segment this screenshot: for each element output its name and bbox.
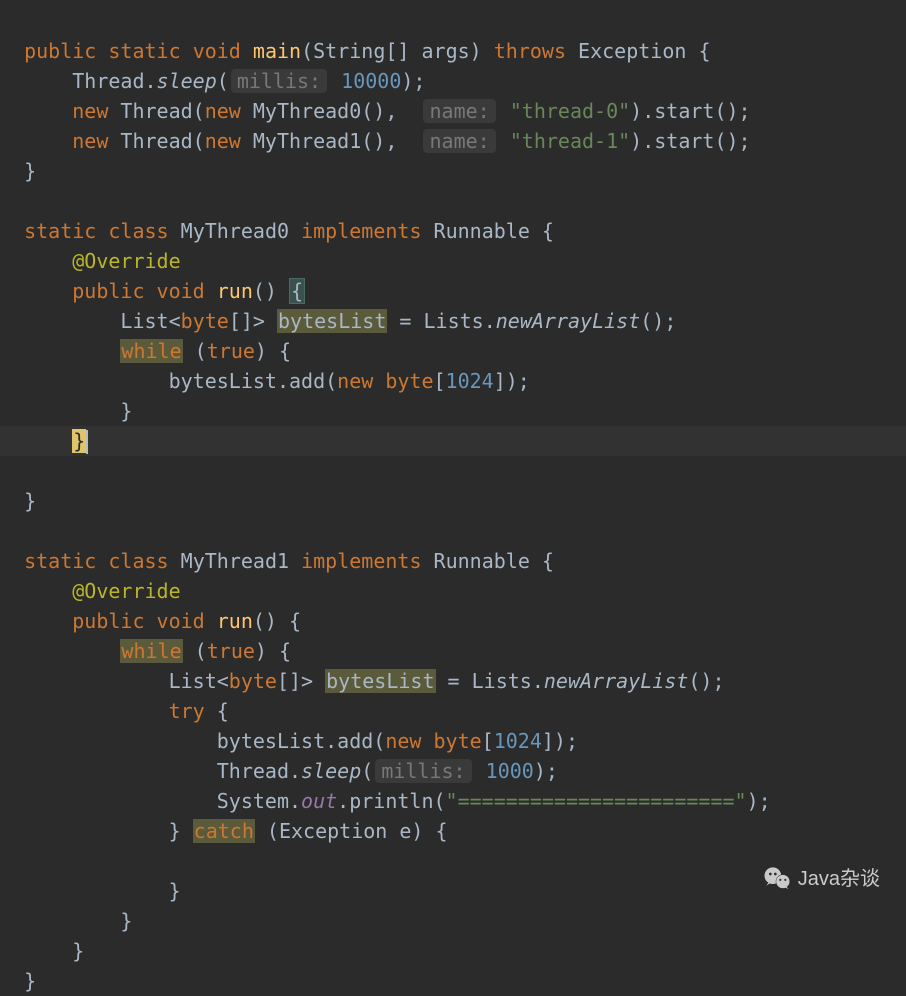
- code-line: List<byte[]> bytesList = Lists.newArrayL…: [0, 669, 725, 693]
- param-hint: name:: [423, 129, 495, 153]
- var-usage: bytesList: [277, 309, 387, 333]
- code-line: }: [0, 489, 36, 513]
- code-editor[interactable]: public static void main(String[] args) t…: [0, 0, 906, 996]
- var-usage: bytesList: [325, 669, 435, 693]
- code-line: static class MyThread1 implements Runnab…: [0, 549, 554, 573]
- code-line: [0, 849, 12, 873]
- watermark-text: Java杂谈: [798, 864, 880, 894]
- code-line: @Override: [0, 249, 181, 273]
- code-line: @Override: [0, 579, 181, 603]
- code-line: public void run() {: [0, 609, 301, 633]
- code-line: [0, 189, 12, 213]
- code-line: Thread.sleep(millis: 1000);: [0, 759, 558, 783]
- caret-icon: [86, 430, 88, 454]
- current-line: }: [0, 426, 906, 456]
- code-line: while (true) {: [0, 339, 291, 363]
- code-line: }: [0, 159, 36, 183]
- param-hint: millis:: [231, 69, 327, 93]
- code-line: try {: [0, 699, 229, 723]
- wechat-icon: [762, 864, 792, 894]
- code-line: System.out.println("====================…: [0, 789, 771, 813]
- code-line: bytesList.add(new byte[1024]);: [0, 369, 530, 393]
- code-line: List<byte[]> bytesList = Lists.newArrayL…: [0, 309, 676, 333]
- brace-match-close: }: [72, 429, 86, 453]
- param-hint: name:: [423, 99, 495, 123]
- code-line: new Thread(new MyThread0(), name: "threa…: [0, 99, 751, 123]
- brace-match-open: {: [289, 278, 305, 304]
- code-line: [0, 519, 12, 543]
- code-line: new Thread(new MyThread1(), name: "threa…: [0, 129, 751, 153]
- code-line: }: [0, 399, 132, 423]
- param-hint: millis:: [375, 759, 471, 783]
- code-line: }: [0, 939, 84, 963]
- code-line: }: [0, 909, 132, 933]
- code-line: while (true) {: [0, 639, 291, 663]
- code-line: }: [0, 969, 36, 993]
- code-line: public static void main(String[] args) t…: [0, 39, 711, 63]
- code-line: Thread.sleep(millis: 10000);: [0, 69, 425, 93]
- code-line: }: [0, 879, 181, 903]
- watermark: Java杂谈: [762, 864, 880, 894]
- code-line: } catch (Exception e) {: [0, 819, 448, 843]
- code-line: public void run() {: [0, 278, 305, 304]
- code-line: static class MyThread0 implements Runnab…: [0, 219, 554, 243]
- code-line: bytesList.add(new byte[1024]);: [0, 729, 578, 753]
